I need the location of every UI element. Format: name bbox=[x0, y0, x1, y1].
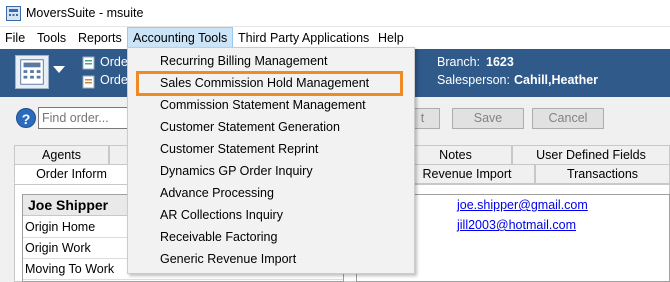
order-label-2[interactable]: Orde bbox=[100, 73, 128, 87]
salesperson-value: Cahill,Heather bbox=[514, 73, 599, 87]
menu-item-customer-statement-reprint[interactable]: Customer Statement Reprint bbox=[128, 138, 414, 160]
menu-item-ar-collections-inquiry[interactable]: AR Collections Inquiry bbox=[128, 204, 414, 226]
save-button[interactable]: Save bbox=[452, 108, 524, 129]
tab-transactions[interactable]: Transactions bbox=[535, 164, 670, 184]
branch-label: Branch: bbox=[437, 55, 481, 69]
order-label-1[interactable]: Orde bbox=[100, 55, 128, 69]
email-link-1[interactable]: joe.shipper@gmail.com bbox=[457, 198, 588, 212]
chevron-down-icon[interactable] bbox=[53, 66, 65, 73]
order-list-icon[interactable] bbox=[82, 75, 96, 89]
tab-notes[interactable]: Notes bbox=[399, 145, 512, 165]
app-icon bbox=[6, 6, 21, 21]
help-icon[interactable]: ? bbox=[16, 108, 36, 128]
menu-item-customer-statement-generation[interactable]: Customer Statement Generation bbox=[128, 116, 414, 138]
email-link-2[interactable]: jill2003@hotmail.com bbox=[457, 218, 576, 232]
tab-order-information[interactable]: Order Inform bbox=[14, 164, 129, 184]
window-title: MoversSuite - msuite bbox=[26, 6, 144, 20]
highlight-annotation bbox=[136, 71, 403, 96]
menu-help[interactable]: Help bbox=[373, 27, 409, 49]
branch-value: 1623 bbox=[486, 55, 514, 69]
menu-item-generic-revenue-import[interactable]: Generic Revenue Import bbox=[128, 248, 414, 270]
menu-reports[interactable]: Reports bbox=[73, 27, 127, 49]
menu-item-advance-processing[interactable]: Advance Processing bbox=[128, 182, 414, 204]
menu-bar: File Tools Reports Accounting Tools Thir… bbox=[0, 27, 670, 49]
menu-file[interactable]: File bbox=[0, 27, 30, 49]
tab-user-defined-fields[interactable]: User Defined Fields bbox=[512, 145, 670, 165]
menu-tools[interactable]: Tools bbox=[32, 27, 71, 49]
tab-revenue-import[interactable]: Revenue Import bbox=[399, 164, 535, 184]
calculator-icon[interactable] bbox=[15, 55, 49, 89]
find-order-input[interactable] bbox=[38, 107, 130, 129]
tab-agents[interactable]: Agents bbox=[14, 145, 109, 165]
order-icon[interactable] bbox=[82, 56, 96, 70]
menu-item-commission-statement-management[interactable]: Commission Statement Management bbox=[128, 94, 414, 116]
menu-item-receivable-factoring[interactable]: Receivable Factoring bbox=[128, 226, 414, 248]
tab-hidden[interactable] bbox=[109, 145, 129, 165]
menu-accounting-tools[interactable]: Accounting Tools bbox=[127, 27, 234, 49]
salesperson-label: Salesperson: bbox=[437, 73, 510, 87]
menu-item-recurring-billing-management[interactable]: Recurring Billing Management bbox=[128, 50, 414, 72]
title-bar: MoversSuite - msuite bbox=[0, 0, 670, 27]
menu-item-dynamics-gp-order-inquiry[interactable]: Dynamics GP Order Inquiry bbox=[128, 160, 414, 182]
menu-third-party-applications[interactable]: Third Party Applications bbox=[233, 27, 374, 49]
cancel-button[interactable]: Cancel bbox=[532, 108, 604, 129]
